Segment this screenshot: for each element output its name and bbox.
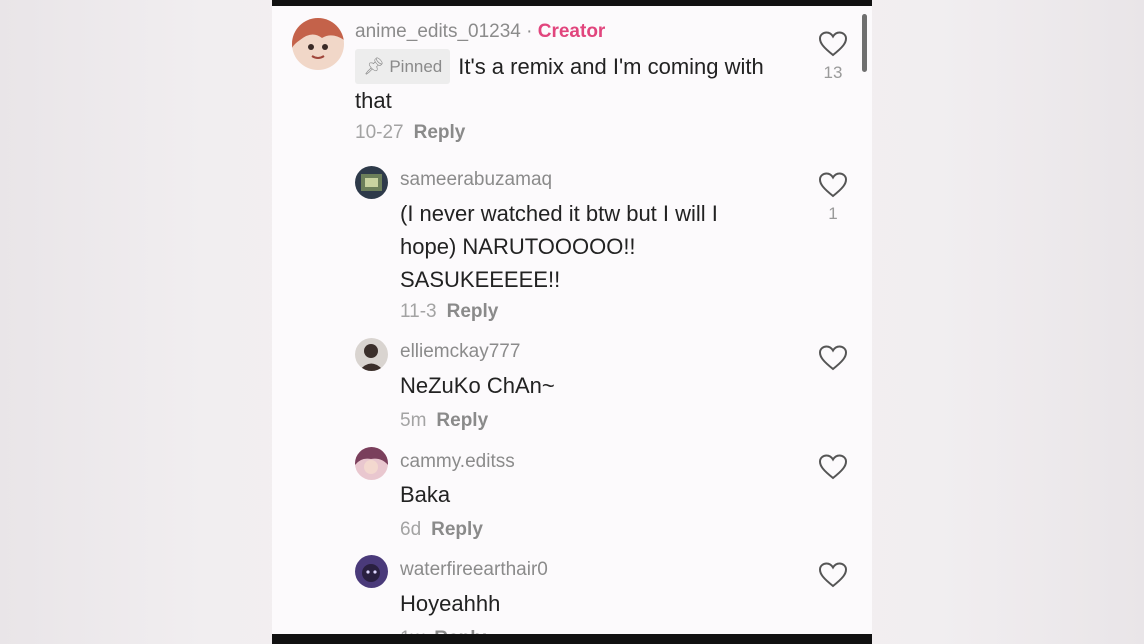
comment-item: cammy.editss Baka 6d Reply <box>272 445 872 555</box>
heart-outline-icon[interactable] <box>818 561 848 589</box>
reply-button[interactable]: Reply <box>436 410 488 431</box>
username[interactable]: sameerabuzamaq <box>400 169 552 191</box>
heart-outline-icon[interactable] <box>818 171 848 199</box>
username[interactable]: waterfireearthair0 <box>400 559 548 581</box>
username[interactable]: anime_edits_01234 · Creator <box>355 21 605 43</box>
avatar[interactable] <box>355 166 388 199</box>
like-count: 13 <box>823 63 843 82</box>
like-count: 1 <box>828 204 838 223</box>
comment-item: waterfireearthair0 Hoyeahhh 1wReply <box>272 555 872 644</box>
reply-button[interactable]: Reply <box>447 301 499 322</box>
comment-date: 5m <box>400 410 427 431</box>
separator: · <box>520 21 538 42</box>
heart-outline-icon[interactable] <box>818 344 848 372</box>
comment-item: elliemckay777 NeZuKo ChAn~ 5m Reply <box>272 335 872 445</box>
username[interactable]: elliemckay777 <box>400 341 520 363</box>
reply-button[interactable]: Reply <box>431 519 483 540</box>
username-text[interactable]: anime_edits_01234 <box>355 21 521 42</box>
comment-date: 10-27 <box>355 122 404 143</box>
pinned-badge: 📌︎ Pinned <box>355 49 451 84</box>
creator-badge: Creator <box>537 21 606 42</box>
avatar[interactable] <box>292 18 344 70</box>
avatar[interactable] <box>355 555 388 588</box>
avatar[interactable] <box>355 338 388 371</box>
comment-date: 6d <box>400 519 422 540</box>
comment-meta: 11-3 Reply <box>400 301 498 323</box>
comment-text: (I never watched it btw but I will I hop… <box>400 201 718 292</box>
comment-date: 11-3 <box>400 301 437 322</box>
comment-text: Hoyeahhh <box>400 591 501 616</box>
comment-text: Baka <box>400 482 451 507</box>
comments-panel: anime_edits_01234 · Creator 📌︎ Pinned It'… <box>272 0 872 644</box>
reply-button[interactable]: Reply <box>414 122 466 143</box>
comment-meta: 10-27 Reply <box>355 122 465 144</box>
heart-outline-icon[interactable] <box>818 453 848 481</box>
comment-item: anime_edits_01234 · Creator 📌︎ Pinned It'… <box>272 0 872 160</box>
comment-text: 📌︎ Pinned It's a remix and I'm coming wit… <box>355 49 775 117</box>
heart-outline-icon[interactable] <box>818 30 848 58</box>
comment-item: sameerabuzamaq (I never watched it btw b… <box>272 160 872 335</box>
username[interactable]: cammy.editss <box>400 451 515 473</box>
avatar[interactable] <box>355 447 388 480</box>
comment-meta: 6d Reply <box>400 519 483 541</box>
comment-text: NeZuKo ChAn~ <box>400 373 555 398</box>
comment-meta: 5m Reply <box>400 410 488 432</box>
bottom-bar <box>272 634 872 644</box>
pinned-label: Pinned <box>389 57 443 76</box>
pin-icon: 📌︎ <box>363 57 385 76</box>
